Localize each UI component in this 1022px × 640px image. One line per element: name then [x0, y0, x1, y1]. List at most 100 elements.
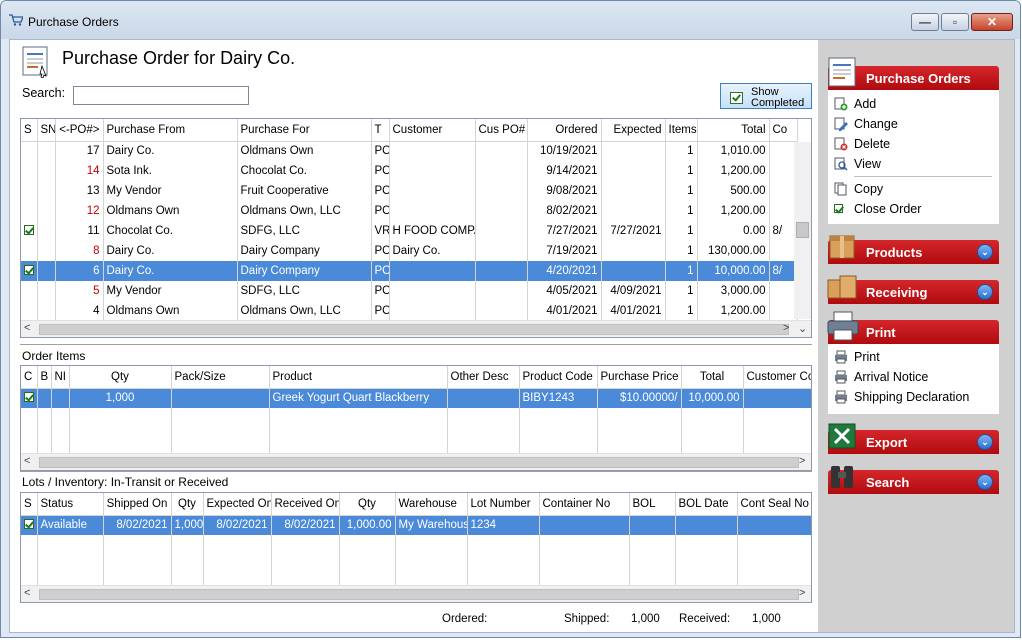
table-row[interactable]: 12Oldmans OwnOldmans Own, LLCPO 8/02/2021…	[21, 201, 798, 221]
table-row[interactable]: 14Sota Ink.Chocolat Co.PO 9/14/2021 11,200…	[21, 161, 798, 181]
column-header[interactable]: BOL	[629, 493, 676, 516]
status-cell[interactable]	[21, 241, 38, 261]
total-cell: 1,010.00	[697, 141, 770, 161]
co-cell	[769, 161, 798, 181]
scroll-left-icon[interactable]: <	[24, 587, 30, 599]
table-row[interactable]: 5My VendorSDFG, LLCPO 4/05/20214/09/20211…	[21, 281, 798, 301]
purchase-from-cell: Dairy Co.	[103, 241, 238, 261]
status-cell[interactable]	[21, 281, 38, 301]
column-header[interactable]: Total	[681, 366, 744, 389]
status-cell[interactable]	[21, 221, 38, 241]
po-grid[interactable]: S SN <-PO#> Purchase From Purchase For T Custo…	[20, 118, 812, 338]
chevron-down-icon[interactable]: ⌄	[977, 474, 993, 490]
maximize-button[interactable]: ▫	[941, 13, 969, 31]
scroll-right-icon[interactable]: >	[799, 455, 805, 467]
column-header[interactable]: Other Desc	[447, 366, 520, 389]
status-cell[interactable]	[21, 388, 38, 408]
column-header[interactable]: Expected On	[203, 493, 272, 516]
print-panel-header[interactable]: Print	[827, 311, 999, 344]
search-input[interactable]	[73, 86, 249, 105]
column-header[interactable]: Cus PO#	[475, 119, 528, 142]
chevron-down-icon[interactable]: ⌄	[977, 244, 993, 260]
chevron-down-icon[interactable]: ⌄	[977, 284, 993, 300]
status-cell[interactable]	[21, 301, 38, 321]
lots-grid[interactable]: S Status Shipped On Qty Expected On Received …	[20, 492, 812, 603]
products-panel-header[interactable]: Products ⌄	[828, 235, 999, 264]
scroll-thumb[interactable]	[39, 589, 799, 600]
bol-cell	[629, 515, 676, 535]
status-cell[interactable]	[21, 515, 38, 535]
column-header[interactable]: Total	[697, 119, 770, 142]
column-header[interactable]: S	[21, 119, 38, 142]
order-items-grid[interactable]: C B NI Qty Pack/Size Product Other Desc Product…	[20, 365, 812, 471]
column-header[interactable]: NI	[51, 366, 70, 389]
column-header[interactable]: <-PO#>	[55, 119, 104, 142]
column-header[interactable]: C	[21, 366, 38, 389]
column-header[interactable]: Qty	[171, 493, 204, 516]
column-header[interactable]: Qty	[69, 366, 172, 389]
table-row[interactable]: 13My VendorFruit CooperativePO 9/08/2021 1…	[21, 181, 798, 201]
column-header[interactable]: T	[371, 119, 390, 142]
scroll-down-icon[interactable]: ⌄	[798, 322, 807, 335]
order-items-horizontal-scrollbar[interactable]: < >	[21, 453, 811, 470]
column-header[interactable]: Customer	[389, 119, 476, 142]
po-horizontal-scrollbar[interactable]: < > ⌄	[21, 320, 811, 337]
co-cell: 8/	[769, 221, 798, 241]
status-cell[interactable]	[21, 141, 38, 161]
column-header[interactable]: Customer Code	[743, 366, 811, 389]
receiving-panel-header[interactable]: Receiving ⌄	[827, 275, 999, 304]
app-window: Purchase Orders — ▫ ✕ Purchase Order for…	[0, 0, 1021, 638]
ordered-cell: 8/02/2021	[527, 201, 602, 221]
table-row[interactable]: 11 Chocolat Co. SDFG, LLC VR H FOOD COMPA 7/2…	[21, 221, 798, 241]
scroll-right-icon[interactable]: >	[783, 322, 789, 334]
export-panel-header[interactable]: Export ⌄	[828, 423, 999, 454]
column-header[interactable]: Warehouse	[395, 493, 468, 516]
lots-horizontal-scrollbar[interactable]: < >	[21, 585, 811, 602]
column-header[interactable]: Purchase From	[103, 119, 238, 142]
column-header[interactable]: Co	[769, 119, 798, 142]
column-header[interactable]: Qty	[339, 493, 396, 516]
column-header[interactable]: B	[37, 366, 52, 389]
search-panel-header[interactable]: Search ⌄	[828, 466, 999, 494]
column-header[interactable]: SN	[37, 119, 56, 142]
status-cell[interactable]	[21, 261, 38, 281]
column-header[interactable]: Purchase For	[237, 119, 372, 142]
column-header[interactable]: Shipped On	[103, 493, 172, 516]
scroll-thumb[interactable]	[39, 457, 799, 468]
table-row[interactable]: 4Oldmans OwnOldmans Own, LLCPO 4/01/20214…	[21, 301, 798, 321]
status-cell[interactable]	[21, 161, 38, 181]
column-header[interactable]: S	[21, 493, 38, 516]
table-row[interactable]: 17Dairy Co.Oldmans OwnPO 10/19/2021 11,010…	[21, 141, 798, 161]
column-header[interactable]: Items	[665, 119, 698, 142]
column-header[interactable]: Cont Seal No	[737, 493, 811, 516]
scroll-right-icon[interactable]: >	[799, 587, 805, 599]
column-header[interactable]: Expected	[601, 119, 666, 142]
scroll-thumb[interactable]	[796, 222, 809, 238]
show-completed-toggle[interactable]: Show Completed	[720, 83, 812, 109]
column-header[interactable]: Pack/Size	[171, 366, 270, 389]
column-header[interactable]: Ordered	[527, 119, 602, 142]
table-row[interactable]: 1,000 Greek Yogurt Quart Blackberry BIBY12…	[21, 388, 811, 408]
scroll-left-icon[interactable]: <	[24, 322, 30, 334]
status-cell[interactable]	[21, 201, 38, 221]
scroll-thumb[interactable]	[39, 324, 789, 335]
chevron-down-icon[interactable]: ⌄	[977, 434, 993, 450]
column-header[interactable]: Product Code	[519, 366, 598, 389]
table-row[interactable]: 6Dairy Co.Dairy CompanyPO 4/20/2021 110,00…	[21, 261, 798, 281]
column-header[interactable]: BOL Date	[675, 493, 738, 516]
column-header[interactable]: Received On	[271, 493, 340, 516]
column-header[interactable]: Lot Number	[467, 493, 540, 516]
scroll-left-icon[interactable]: <	[24, 455, 30, 467]
status-cell[interactable]	[21, 181, 38, 201]
po-vertical-scrollbar[interactable]	[794, 142, 811, 319]
purchase-orders-panel-header[interactable]: Purchase Orders	[828, 57, 999, 90]
minimize-button[interactable]: —	[911, 13, 939, 31]
table-row[interactable]: 8Dairy Co.Dairy CompanyPODairy Co.7/19/2…	[21, 241, 798, 261]
column-header[interactable]: Purchase Price	[597, 366, 682, 389]
column-header[interactable]: Status	[37, 493, 104, 516]
column-header[interactable]: Container No	[539, 493, 630, 516]
type-cell: PO	[371, 141, 390, 161]
table-row[interactable]: Available 8/02/2021 1,000 8/02/2021 8/02/202…	[21, 515, 811, 535]
close-button[interactable]: ✕	[971, 13, 1013, 31]
column-header[interactable]: Product	[269, 366, 448, 389]
